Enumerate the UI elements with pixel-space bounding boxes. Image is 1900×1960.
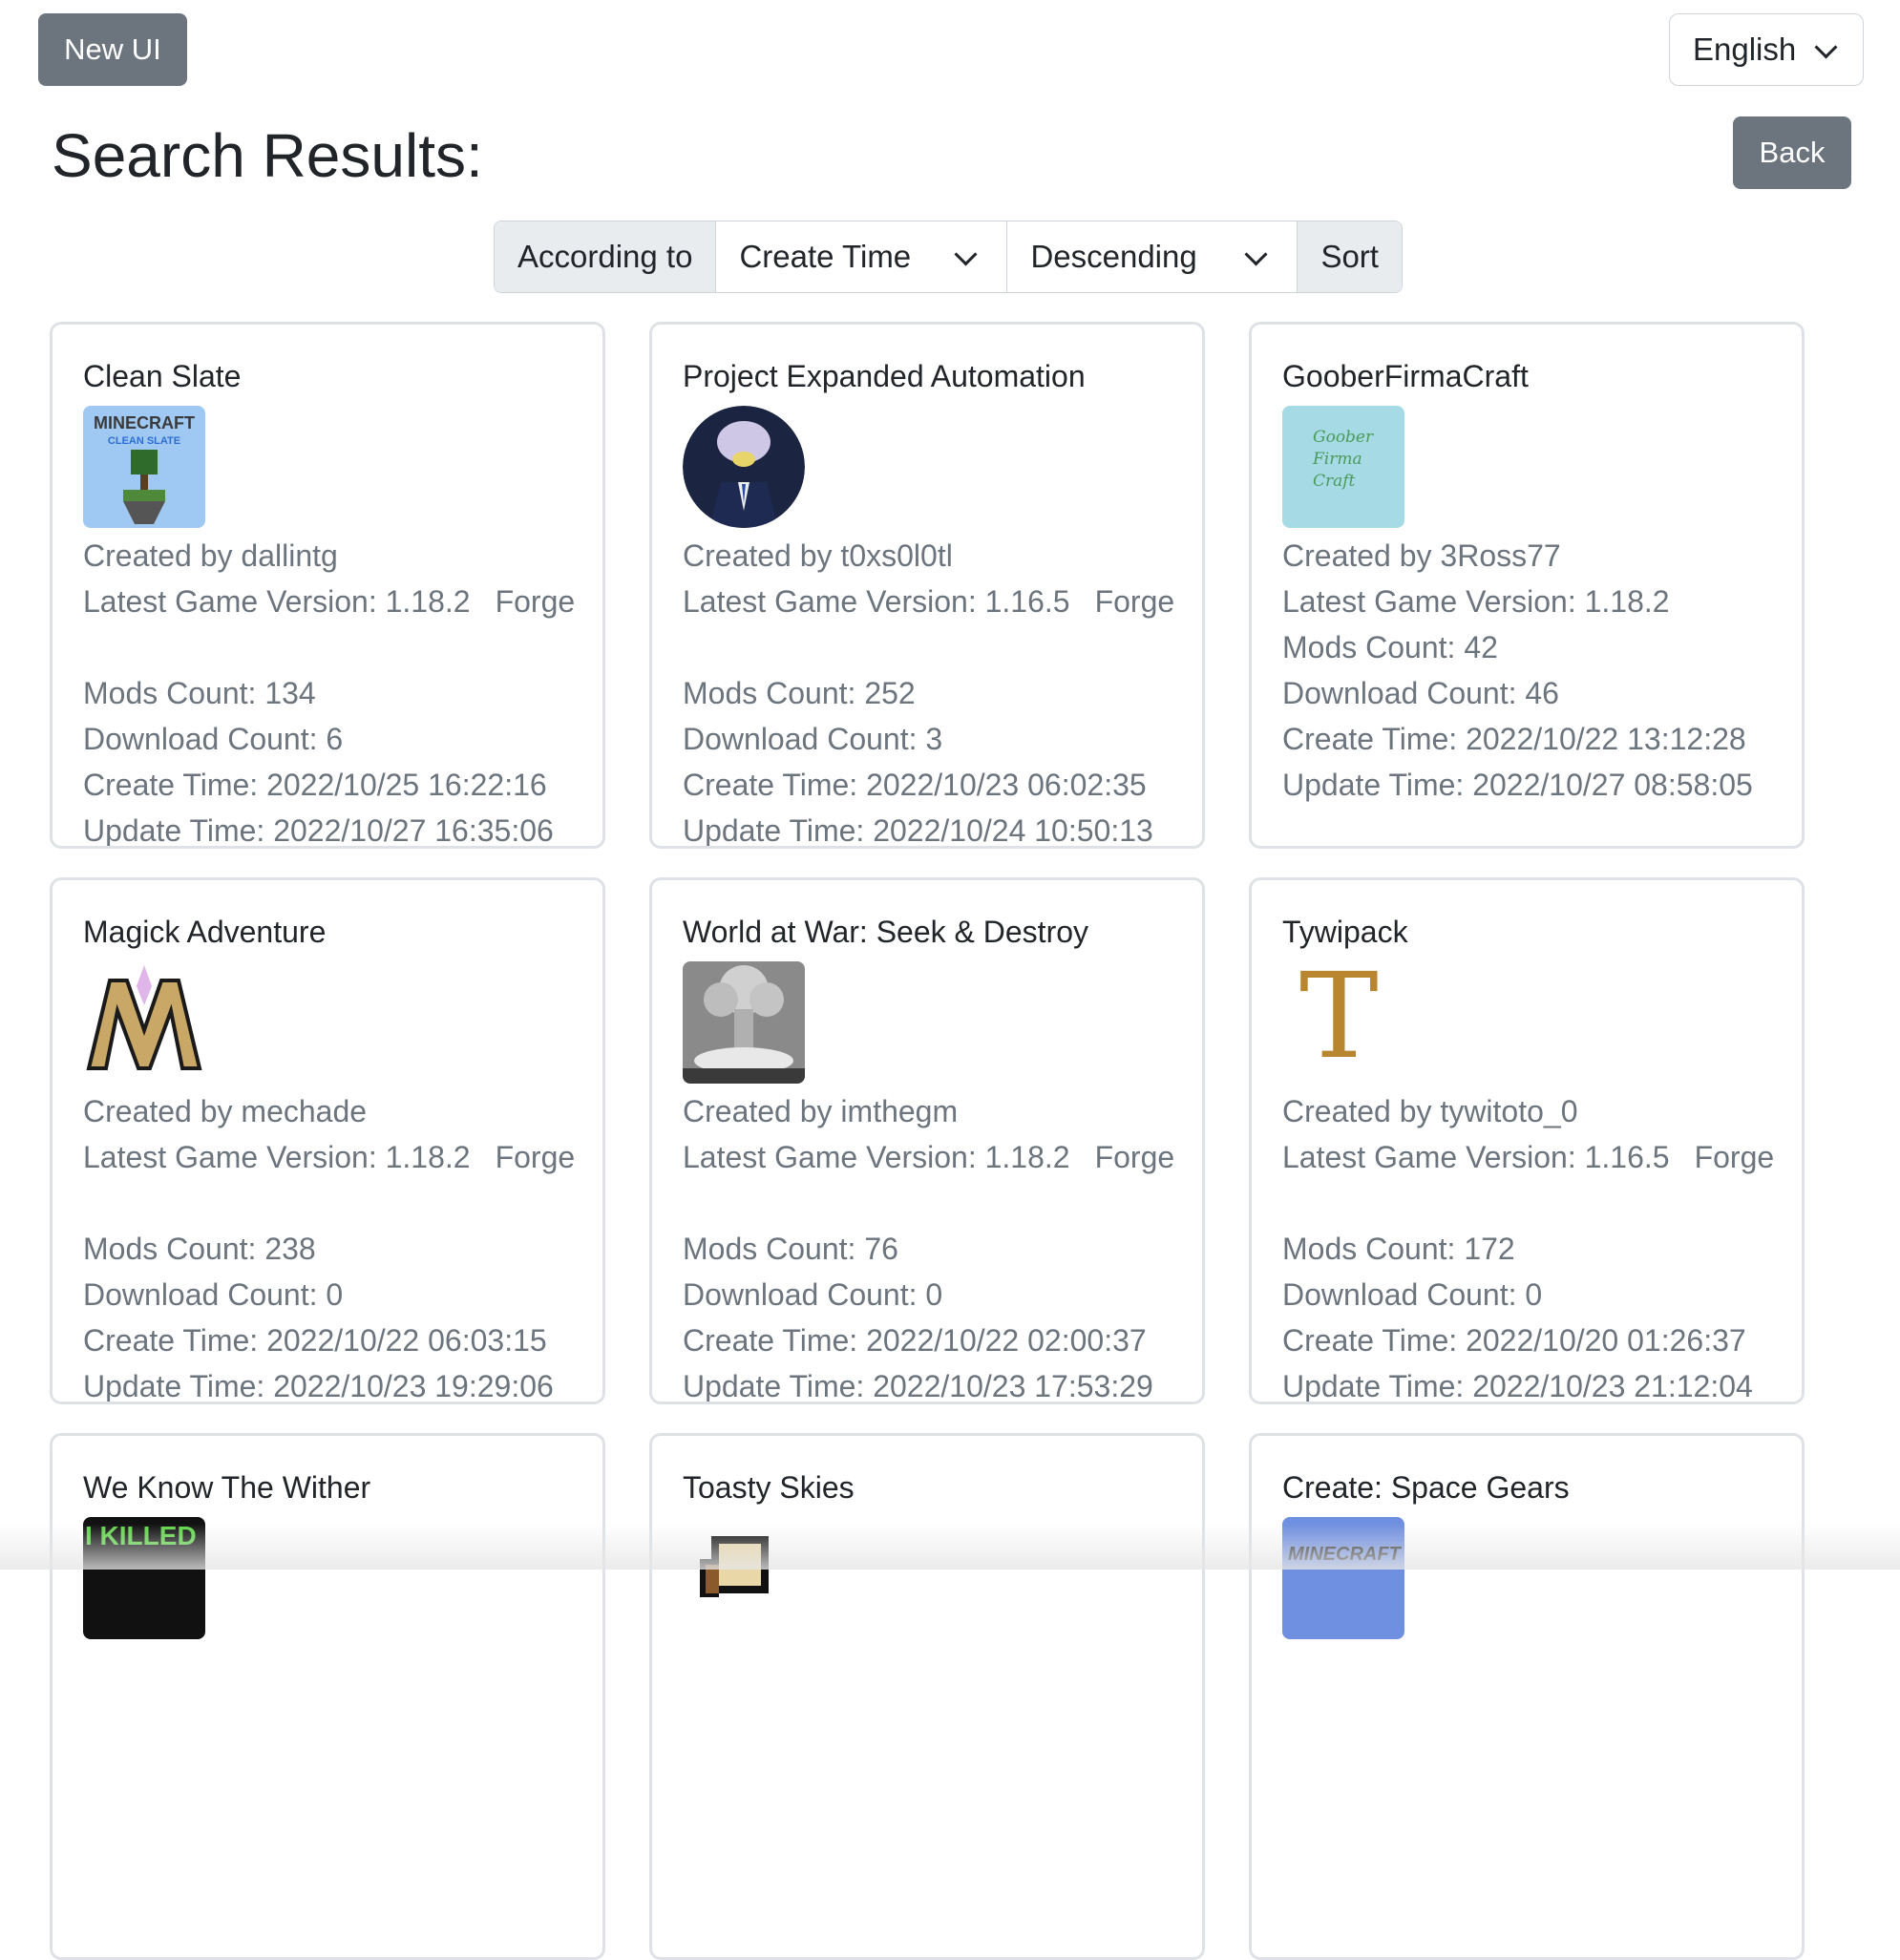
card-info: Created by dallintg Latest Game Version:… [83,533,576,848]
card-download-count: Download Count: 3 [683,722,943,756]
modpack-card[interactable]: We Know The Wither I KILLED [50,1433,605,1960]
sort-controls: According to Create Time Descending Sort [494,221,1403,293]
chevron-down-icon [954,242,978,266]
card-title: World at War: Seek & Destroy [683,915,1089,949]
card-loader: Forge [1094,584,1175,619]
sort-button[interactable]: Sort [1298,221,1402,292]
card-creator: Created by tywitoto_0 [1282,1094,1578,1128]
card-download-count: Download Count: 6 [83,722,344,756]
language-value: English [1693,32,1797,67]
card-info: Created by tywitoto_0 Latest Game Versio… [1282,1088,1775,1403]
card-version: Latest Game Version: 1.18.2 [1282,584,1670,619]
card-title: We Know The Wither [83,1470,371,1505]
card-mods-count: Mods Count: 134 [83,676,316,710]
card-download-count: Download Count: 46 [1282,676,1559,710]
thumbnail-letter: T [1299,961,1379,1084]
sort-field-value: Create Time [739,239,912,274]
modpack-thumbnail [683,406,805,528]
thumbnail-text: Craft [1313,472,1356,491]
card-title: Magick Adventure [83,915,327,949]
card-loader: Forge [1094,1140,1175,1174]
card-update-time: Update Time: 2022/10/24 10:50:13 [683,813,1153,848]
card-update-time: Update Time: 2022/10/23 17:53:29 [683,1369,1153,1403]
sort-prefix-label: According to [495,221,716,292]
new-ui-button[interactable]: New UI [38,13,187,86]
svg-text:CLEAN SLATE: CLEAN SLATE [108,435,180,447]
modpack-card[interactable]: Toasty Skies [649,1433,1205,1960]
card-title: Clean Slate [83,359,242,393]
card-version: Latest Game Version: 1.18.2 [83,1140,471,1174]
modpack-thumbnail [83,961,205,1084]
thumbnail-text: I KILLED [85,1521,197,1550]
thumbnail-text: Goober [1313,428,1374,447]
card-loader: Forge [495,584,576,619]
card-creator: Created by mechade [83,1094,368,1128]
card-create-time: Create Time: 2022/10/23 06:02:35 [683,768,1147,802]
card-title: Toasty Skies [683,1470,855,1505]
modpack-card[interactable]: Tywipack T Created by tywitoto_0 Latest … [1249,877,1805,1404]
modpack-thumbnail: MINECRAFT CLEAN SLATE [83,406,205,528]
card-mods-count: Mods Count: 76 [683,1232,898,1266]
modpack-thumbnail: I KILLED [83,1517,205,1639]
back-button[interactable]: Back [1733,116,1851,189]
modpack-card[interactable]: World at War: Seek & Destroy Created by … [649,877,1205,1404]
card-title: Project Expanded Automation [683,359,1086,393]
sort-order-value: Descending [1030,239,1197,274]
modpack-thumbnail [683,961,805,1084]
card-creator: Created by dallintg [83,538,338,573]
card-update-time: Update Time: 2022/10/23 19:29:06 [83,1369,554,1403]
card-create-time: Create Time: 2022/10/20 01:26:37 [1282,1323,1746,1358]
modpack-card[interactable]: Create: Space Gears MINECRAFT [1249,1433,1805,1960]
sort-order-select[interactable]: Descending [1006,221,1298,292]
language-select[interactable]: English [1669,13,1864,86]
card-creator: Created by t0xs0l0tl [683,538,953,573]
modpack-thumbnail: MINECRAFT [1282,1517,1404,1639]
card-mods-count: Mods Count: 172 [1282,1232,1515,1266]
card-title: Tywipack [1282,915,1408,949]
card-version: Latest Game Version: 1.16.5 [1282,1140,1670,1174]
card-create-time: Create Time: 2022/10/22 02:00:37 [683,1323,1147,1358]
modpack-card[interactable]: Project Expanded Automation Created by t… [649,322,1205,849]
card-download-count: Download Count: 0 [1282,1277,1543,1312]
chevron-down-icon [1814,35,1838,59]
card-update-time: Update Time: 2022/10/23 21:12:04 [1282,1369,1753,1403]
card-info: Created by 3Ross77 Latest Game Version: … [1282,533,1753,808]
sort-field-select[interactable]: Create Time [715,221,1007,292]
card-version: Latest Game Version: 1.18.2 [83,584,471,619]
card-info: Created by t0xs0l0tl Latest Game Version… [683,533,1175,848]
thumbnail-text: Firma [1313,450,1362,469]
chevron-down-icon [1244,242,1268,266]
modpack-thumbnail [683,1517,805,1639]
modpack-card[interactable]: GooberFirmaCraft Goober Firma Craft Crea… [1249,322,1805,849]
card-create-time: Create Time: 2022/10/22 13:12:28 [1282,722,1746,756]
modpack-thumbnail: T [1282,961,1404,1084]
card-info: Created by mechade Latest Game Version: … [83,1088,576,1403]
card-loader: Forge [1694,1140,1775,1174]
card-creator: Created by imthegm [683,1094,959,1128]
card-creator: Created by 3Ross77 [1282,538,1561,573]
card-title: Create: Space Gears [1282,1470,1570,1505]
card-download-count: Download Count: 0 [683,1277,943,1312]
card-create-time: Create Time: 2022/10/25 16:22:16 [83,768,547,802]
card-mods-count: Mods Count: 238 [83,1232,316,1266]
card-download-count: Download Count: 0 [83,1277,344,1312]
card-title: GooberFirmaCraft [1282,359,1529,393]
card-version: Latest Game Version: 1.18.2 [683,1140,1070,1174]
thumbnail-text: MINECRAFT [1288,1544,1401,1565]
card-info: Created by imthegm Latest Game Version: … [683,1088,1175,1403]
card-loader: Forge [495,1140,576,1174]
card-mods-count: Mods Count: 252 [683,676,916,710]
card-create-time: Create Time: 2022/10/22 06:03:15 [83,1323,547,1358]
card-version: Latest Game Version: 1.16.5 [683,584,1070,619]
card-mods-count: Mods Count: 42 [1282,630,1498,664]
svg-text:MINECRAFT: MINECRAFT [94,413,195,432]
modpack-card[interactable]: Clean Slate MINECRAFT CLEAN SLATE Create… [50,322,605,849]
modpack-card[interactable]: Magick Adventure Created by mechade Late… [50,877,605,1404]
modpack-thumbnail: Goober Firma Craft [1282,406,1404,528]
card-update-time: Update Time: 2022/10/27 08:58:05 [1282,768,1753,802]
card-update-time: Update Time: 2022/10/27 16:35:06 [83,813,554,848]
page-title: Search Results: [52,121,483,190]
